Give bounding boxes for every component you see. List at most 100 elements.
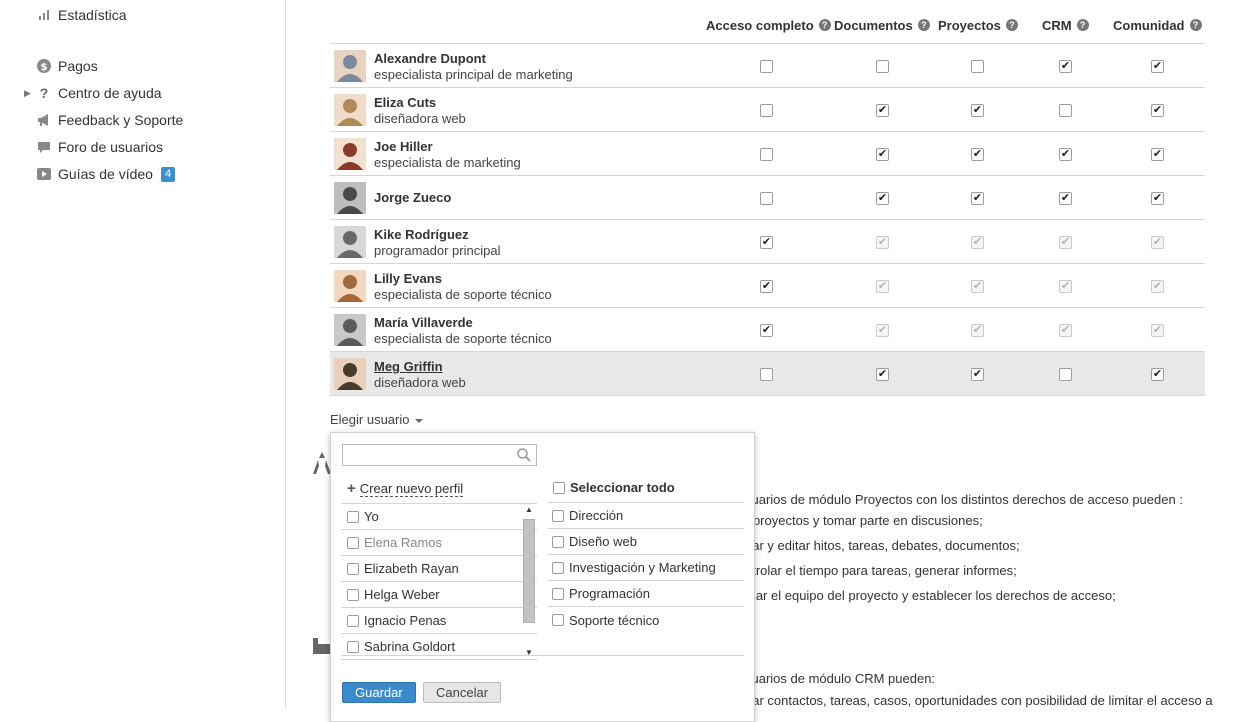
user-name[interactable]: Meg Griffin (374, 359, 443, 374)
checkbox-community (1151, 236, 1164, 249)
crm-module-icon (312, 636, 332, 662)
column-header-projects: Proyectos? (938, 17, 1018, 33)
checkbox-full-access[interactable] (760, 236, 773, 249)
user-search-input[interactable] (343, 445, 513, 465)
checkbox-projects[interactable] (971, 60, 984, 73)
sidebar-item-video-guides[interactable]: Guías de vídeo 4 (36, 164, 176, 184)
checkbox-crm[interactable] (1059, 368, 1072, 381)
table-row[interactable]: Lilly Evans especialista de soporte técni… (330, 264, 1205, 308)
table-row[interactable]: Kike Rodríguez programador principal (330, 220, 1205, 264)
scrollbar-thumb[interactable] (523, 519, 535, 623)
user-name: Joe Hiller (374, 139, 433, 154)
checkbox-crm[interactable] (1059, 104, 1072, 117)
people-list-scrollbar[interactable]: ▲ ▼ (521, 503, 537, 659)
checkbox-crm[interactable] (1059, 148, 1072, 161)
checkbox-projects[interactable] (971, 148, 984, 161)
checkbox-full-access[interactable] (760, 280, 773, 293)
table-row[interactable]: Joe Hiller especialista de marketing (330, 132, 1205, 176)
group-list-item[interactable]: Soporte técnico (548, 607, 744, 633)
group-list-item[interactable]: Investigación y Marketing (548, 555, 744, 581)
list-item[interactable]: Elena Ramos (341, 530, 537, 556)
checkbox-projects (971, 280, 984, 293)
sidebar-item-user-forum[interactable]: Foro de usuarios (36, 137, 163, 157)
list-item[interactable]: Ignacio Penas (341, 608, 537, 634)
table-row[interactable]: Eliza Cuts diseñadora web (330, 88, 1205, 132)
checkbox-projects[interactable] (971, 368, 984, 381)
table-row[interactable]: Jorge Zueco (330, 176, 1205, 220)
checkbox[interactable] (552, 587, 564, 600)
projects-module-icon (312, 452, 332, 482)
help-icon[interactable]: ? (917, 19, 930, 31)
checkbox[interactable] (347, 510, 359, 523)
checkbox-full-access[interactable] (760, 324, 773, 337)
sidebar-item-label: Estadística (58, 7, 127, 23)
checkbox[interactable] (552, 561, 564, 574)
checkbox[interactable] (347, 536, 359, 549)
checkbox-projects[interactable] (971, 104, 984, 117)
table-row[interactable]: María Villaverde especialista de soporte … (330, 308, 1205, 352)
checkbox[interactable] (347, 588, 359, 601)
checkbox-community[interactable] (1151, 60, 1164, 73)
group-list-item[interactable]: Dirección (548, 503, 744, 529)
group-list-item[interactable]: Diseño web (548, 529, 744, 555)
checkbox-full-access[interactable] (760, 60, 773, 73)
list-item[interactable]: Yo (341, 504, 537, 530)
sidebar-item-help-center[interactable]: ? Centro de ayuda (36, 83, 162, 103)
group-list-item[interactable]: Programación (548, 581, 744, 607)
avatar (334, 226, 366, 258)
help-icon[interactable]: ? (1189, 19, 1202, 31)
checkbox-crm[interactable] (1059, 192, 1072, 205)
checkbox-projects[interactable] (971, 192, 984, 205)
save-button[interactable]: Guardar (342, 682, 416, 703)
avatar (334, 182, 366, 214)
checkbox-community[interactable] (1151, 104, 1164, 117)
checkbox-community[interactable] (1151, 368, 1164, 381)
checkbox-full-access[interactable] (760, 104, 773, 117)
checkbox-full-access[interactable] (760, 192, 773, 205)
checkbox-documents[interactable] (876, 104, 889, 117)
choose-user-dropdown-toggle[interactable]: Elegir usuario (330, 412, 423, 427)
checkbox-projects (971, 236, 984, 249)
list-item[interactable]: Sabrina Goldort (341, 634, 537, 660)
table-row[interactable]: Meg Griffin diseñadora web (330, 352, 1205, 396)
checkbox-documents[interactable] (876, 148, 889, 161)
group-label: Dirección (569, 508, 624, 523)
checkbox-documents[interactable] (876, 60, 889, 73)
checkbox[interactable] (347, 562, 359, 575)
checkbox[interactable] (553, 481, 565, 494)
sidebar-item-statistics[interactable]: Estadística (36, 5, 126, 25)
scroll-up-icon[interactable]: ▲ (525, 505, 533, 514)
checkbox-community[interactable] (1151, 192, 1164, 205)
checkbox-full-access[interactable] (760, 368, 773, 381)
projects-permission-line: ear y editar hitos, tareas, debates, doc… (745, 538, 1020, 553)
checkbox-documents[interactable] (876, 192, 889, 205)
select-all-checkbox[interactable]: Seleccionar todo (553, 480, 675, 495)
help-icon[interactable]: ? (1005, 19, 1018, 31)
checkbox[interactable] (347, 614, 359, 627)
help-icon[interactable]: ? (818, 19, 831, 31)
sidebar-item-feedback[interactable]: Feedback y Soporte (36, 110, 183, 130)
create-profile-link[interactable]: + Crear nuevo perfil (347, 480, 464, 497)
table-row[interactable]: Alexandre Dupont especialista principal d… (330, 44, 1205, 88)
sidebar-item-payments[interactable]: $ Pagos (36, 56, 98, 76)
list-item[interactable]: Elizabeth Rayan (341, 556, 537, 582)
cancel-button[interactable]: Cancelar (423, 682, 502, 703)
checkbox-full-access[interactable] (760, 148, 773, 161)
checkbox[interactable] (552, 535, 564, 548)
sidebar: Estadística $ Pagos ▶ ? Centro de ayuda … (0, 0, 286, 708)
divider (341, 655, 744, 656)
checkbox[interactable] (552, 614, 564, 626)
sidebar-item-label: Guías de vídeo (58, 166, 153, 182)
list-item[interactable]: Helga Weber (341, 582, 537, 608)
checkbox-documents[interactable] (876, 368, 889, 381)
checkbox[interactable] (347, 640, 359, 653)
checkbox-crm[interactable] (1059, 60, 1072, 73)
avatar (334, 94, 366, 126)
checkbox-community[interactable] (1151, 148, 1164, 161)
expand-arrow-icon[interactable]: ▶ (24, 88, 31, 99)
help-icon[interactable]: ? (1076, 19, 1089, 31)
group-label: Soporte técnico (569, 612, 660, 628)
checkbox[interactable] (552, 509, 564, 522)
avatar (334, 358, 366, 390)
checkbox-crm (1059, 280, 1072, 293)
